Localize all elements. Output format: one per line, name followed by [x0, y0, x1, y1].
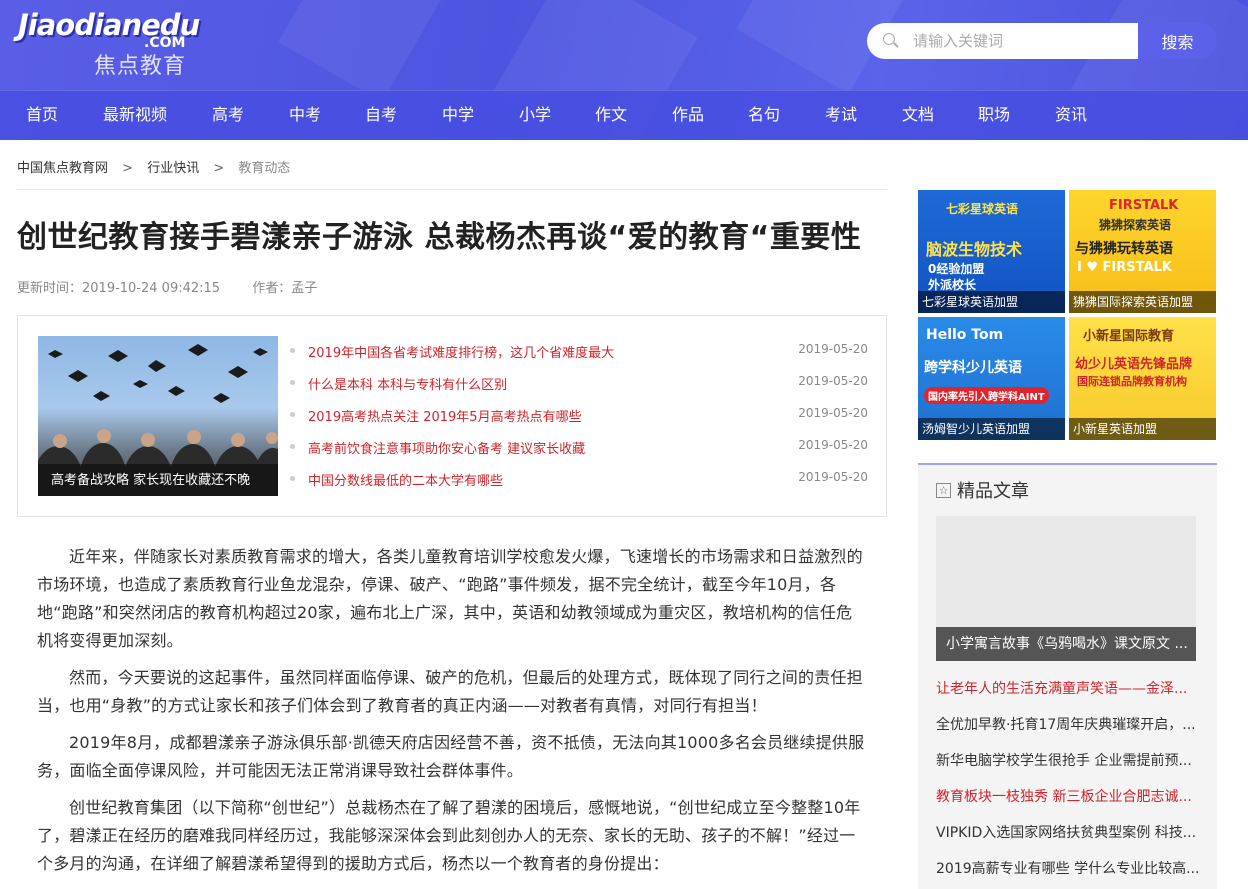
- divider: [17, 189, 887, 190]
- star-icon: ☆: [936, 482, 951, 498]
- related-item[interactable]: 2019高考热点关注 2019年5月高考热点有哪些 2019-05-20: [290, 404, 868, 436]
- related-item-date: 2019-05-20: [798, 470, 868, 484]
- search-bar: 搜索: [867, 23, 1217, 59]
- site-logo[interactable]: Jiaodianedu .COM 焦点教育: [18, 8, 200, 79]
- nav-item-career[interactable]: 职场: [978, 91, 1010, 140]
- main-nav: 首页 最新视频 高考 中考 自考 中学 小学 作文 作品 名句 考试 文档 职场…: [0, 90, 1248, 140]
- article-body: 近年来，伴随家长对素质教育需求的增大，各类儿童教育培训学校愈发火爆，飞速增长的市…: [37, 543, 867, 887]
- breadcrumb-separator: >: [122, 161, 134, 176]
- ad-headline: 与狒狒玩转英语: [1075, 241, 1173, 257]
- article-updated-time: 更新时间：2019-10-24 09:42:15: [17, 281, 221, 296]
- ad-headline: 跨学科少儿英语: [924, 360, 1022, 376]
- ad-caption: 汤姆智少儿英语加盟: [918, 418, 1065, 440]
- image-caption: 高考备战攻略 家长现在收藏还不晚: [51, 473, 251, 488]
- article-paragraph: 2019年8月，成都碧漾亲子游泳俱乐部·凯德天府店因经营不善，资不抵债，无法向其…: [37, 733, 865, 780]
- related-item[interactable]: 什么是本科 本科与专科有什么区别 2019-05-20: [290, 372, 868, 404]
- ad-banner-hellotom[interactable]: Hello Tom 跨学科少儿英语 国内率先引入跨学科AINT 汤姆智少儿英语加…: [918, 317, 1065, 440]
- site-header: Jiaodianedu .COM 焦点教育 搜索 首页 最新视频 高考 中考 自…: [0, 0, 1248, 140]
- header-decoration: [278, 0, 442, 102]
- breadcrumb-industry-news[interactable]: 行业快讯: [147, 157, 199, 176]
- ad-line: I ♥ FIRSTALK: [1077, 260, 1172, 275]
- article-author: 作者：孟子: [252, 281, 318, 296]
- article-meta: 更新时间：2019-10-24 09:42:15 作者：孟子: [17, 277, 345, 296]
- bullet-icon: [290, 476, 295, 481]
- ad-headline: 脑波生物技术: [926, 240, 1023, 259]
- nav-item-quotes[interactable]: 名句: [748, 91, 780, 140]
- ad-brand: FIRSTALK: [1109, 198, 1179, 213]
- panel-title: 精品文章: [957, 481, 1029, 502]
- nav-item-zhongkao[interactable]: 中考: [289, 91, 321, 140]
- nav-item-documents[interactable]: 文档: [902, 91, 934, 140]
- ad-caption: 狒狒国际探索英语加盟: [1069, 291, 1216, 313]
- bullet-icon: [290, 412, 295, 417]
- nav-item-exam[interactable]: 考试: [825, 91, 857, 140]
- article-paragraph: 近年来，伴随家长对素质教育需求的增大，各类儿童教育培训学校愈发火爆，飞速增长的市…: [37, 547, 863, 650]
- ad-line: 0经验加盟: [928, 262, 985, 276]
- sidebar-ads: 七彩星球英语 脑波生物技术 0经验加盟 外派校长 七彩星球英语加盟 FIRSTA…: [918, 190, 1217, 440]
- featured-article-caption[interactable]: 小学寓言故事《乌鸦喝水》课文原文 ...: [936, 627, 1196, 661]
- related-feature-image[interactable]: 高考备战攻略 家长现在收藏还不晚: [38, 336, 278, 496]
- ad-line: 国际连锁品牌教育机构: [1077, 375, 1187, 388]
- breadcrumb: 中国焦点教育网 > 行业快讯 > 教育动态: [17, 157, 290, 176]
- article-paragraph: 创世纪教育集团（以下简称“创世纪”）总裁杨杰在了解了碧漾的困境后，感慨地说，“创…: [37, 798, 861, 873]
- nav-item-news[interactable]: 资讯: [1055, 91, 1087, 140]
- related-item[interactable]: 高考前饮食注意事项助你安心备考 建议家长收藏 2019-05-20: [290, 436, 868, 468]
- ad-headline: 幼少儿英语先锋品牌: [1075, 357, 1193, 372]
- related-list: 2019年中国各省考试难度排行榜，这几个省难度最大 2019-05-20 什么是…: [290, 340, 868, 500]
- ad-caption: 小新星英语加盟: [1069, 418, 1216, 440]
- related-item-date: 2019-05-20: [798, 438, 868, 452]
- ad-line: 狒狒探索英语: [1099, 218, 1172, 232]
- search-button[interactable]: 搜索: [1138, 23, 1217, 59]
- bullet-icon: [290, 348, 295, 353]
- nav-item-gaokao[interactable]: 高考: [212, 91, 244, 140]
- nav-item-essay[interactable]: 作文: [595, 91, 627, 140]
- ad-brand: 七彩星球英语: [946, 202, 1019, 216]
- breadcrumb-current[interactable]: 教育动态: [238, 157, 290, 176]
- related-item-title[interactable]: 中国分数线最低的二本大学有哪些: [308, 470, 503, 489]
- search-field-wrap: [867, 23, 1138, 59]
- nav-item-works[interactable]: 作品: [672, 91, 704, 140]
- ad-badge: 国内率先引入跨学科AINT: [924, 387, 1049, 404]
- ad-banner-qicai[interactable]: 七彩星球英语 脑波生物技术 0经验加盟 外派校长 七彩星球英语加盟: [918, 190, 1065, 313]
- featured-article[interactable]: 小学寓言故事《乌鸦喝水》课文原文 ...: [936, 516, 1196, 661]
- related-item-title[interactable]: 2019高考热点关注 2019年5月高考热点有哪些: [308, 406, 582, 425]
- featured-list-item[interactable]: 全优加早教·托育17周年庆典璀璨开启，...: [936, 707, 1198, 743]
- related-item[interactable]: 2019年中国各省考试难度排行榜，这几个省难度最大 2019-05-20: [290, 340, 868, 372]
- related-item-date: 2019-05-20: [798, 374, 868, 388]
- related-item-date: 2019-05-20: [798, 342, 868, 356]
- nav-item-primary-school[interactable]: 小学: [519, 91, 551, 140]
- nav-item-latest-video[interactable]: 最新视频: [103, 91, 167, 140]
- panel-header: ☆ 精品文章: [936, 477, 1029, 503]
- breadcrumb-separator: >: [213, 161, 225, 176]
- ad-banner-firstalk[interactable]: FIRSTALK 狒狒探索英语 与狒狒玩转英语 I ♥ FIRSTALK 狒狒国…: [1069, 190, 1216, 313]
- featured-list-item[interactable]: 2019高薪专业有哪些 学什么专业比较高...: [936, 851, 1198, 887]
- featured-articles-panel: ☆ 精品文章 小学寓言故事《乌鸦喝水》课文原文 ... 让老年人的生活充满童声笑…: [918, 463, 1217, 889]
- logo-chinese-name: 焦点教育: [94, 54, 187, 79]
- ad-brand: Hello Tom: [926, 327, 1004, 343]
- article-title: 创世纪教育接手碧漾亲子游泳 总裁杨杰再谈“爱的教育“重要性: [17, 220, 862, 255]
- bullet-icon: [290, 380, 295, 385]
- nav-item-middle-school[interactable]: 中学: [442, 91, 474, 140]
- ad-brand: 小新星国际教育: [1083, 329, 1175, 344]
- nav-item-zikao[interactable]: 自考: [365, 91, 397, 140]
- breadcrumb-home[interactable]: 中国焦点教育网: [17, 157, 108, 176]
- featured-list-item[interactable]: 新华电脑学校学生很抢手 企业需提前预...: [936, 743, 1198, 779]
- ad-banner-xiaoxinxing[interactable]: 小新星国际教育 幼少儿英语先锋品牌 国际连锁品牌教育机构 小新星英语加盟: [1069, 317, 1216, 440]
- related-item-title[interactable]: 2019年中国各省考试难度排行榜，这几个省难度最大: [308, 342, 614, 361]
- bullet-icon: [290, 444, 295, 449]
- ad-caption: 七彩星球英语加盟: [918, 291, 1065, 313]
- featured-list-item[interactable]: VIPKID入选国家网络扶贫典型案例 科技...: [936, 815, 1198, 851]
- related-item-title[interactable]: 高考前饮食注意事项助你安心备考 建议家长收藏: [308, 438, 585, 457]
- related-item-date: 2019-05-20: [798, 406, 868, 420]
- related-item-title[interactable]: 什么是本科 本科与专科有什么区别: [308, 374, 507, 393]
- related-articles-box: 高考备战攻略 家长现在收藏还不晚 2019年中国各省考试难度排行榜，这几个省难度…: [17, 315, 887, 517]
- article-paragraph: 然而，今天要说的这起事件，虽然同样面临停课、破产的危机，但最后的处理方式，既体现…: [37, 668, 863, 715]
- search-icon: [883, 33, 899, 49]
- featured-list-item[interactable]: 让老年人的生活充满童声笑语——金泽...: [936, 671, 1198, 707]
- search-input[interactable]: [913, 32, 1133, 50]
- nav-item-home[interactable]: 首页: [26, 91, 58, 140]
- featured-list: 让老年人的生活充满童声笑语——金泽... 全优加早教·托育17周年庆典璀璨开启，…: [936, 671, 1198, 887]
- related-item[interactable]: 中国分数线最低的二本大学有哪些 2019-05-20: [290, 468, 868, 500]
- featured-list-item[interactable]: 教育板块一枝独秀 新三板企业合肥志诚...: [936, 779, 1198, 815]
